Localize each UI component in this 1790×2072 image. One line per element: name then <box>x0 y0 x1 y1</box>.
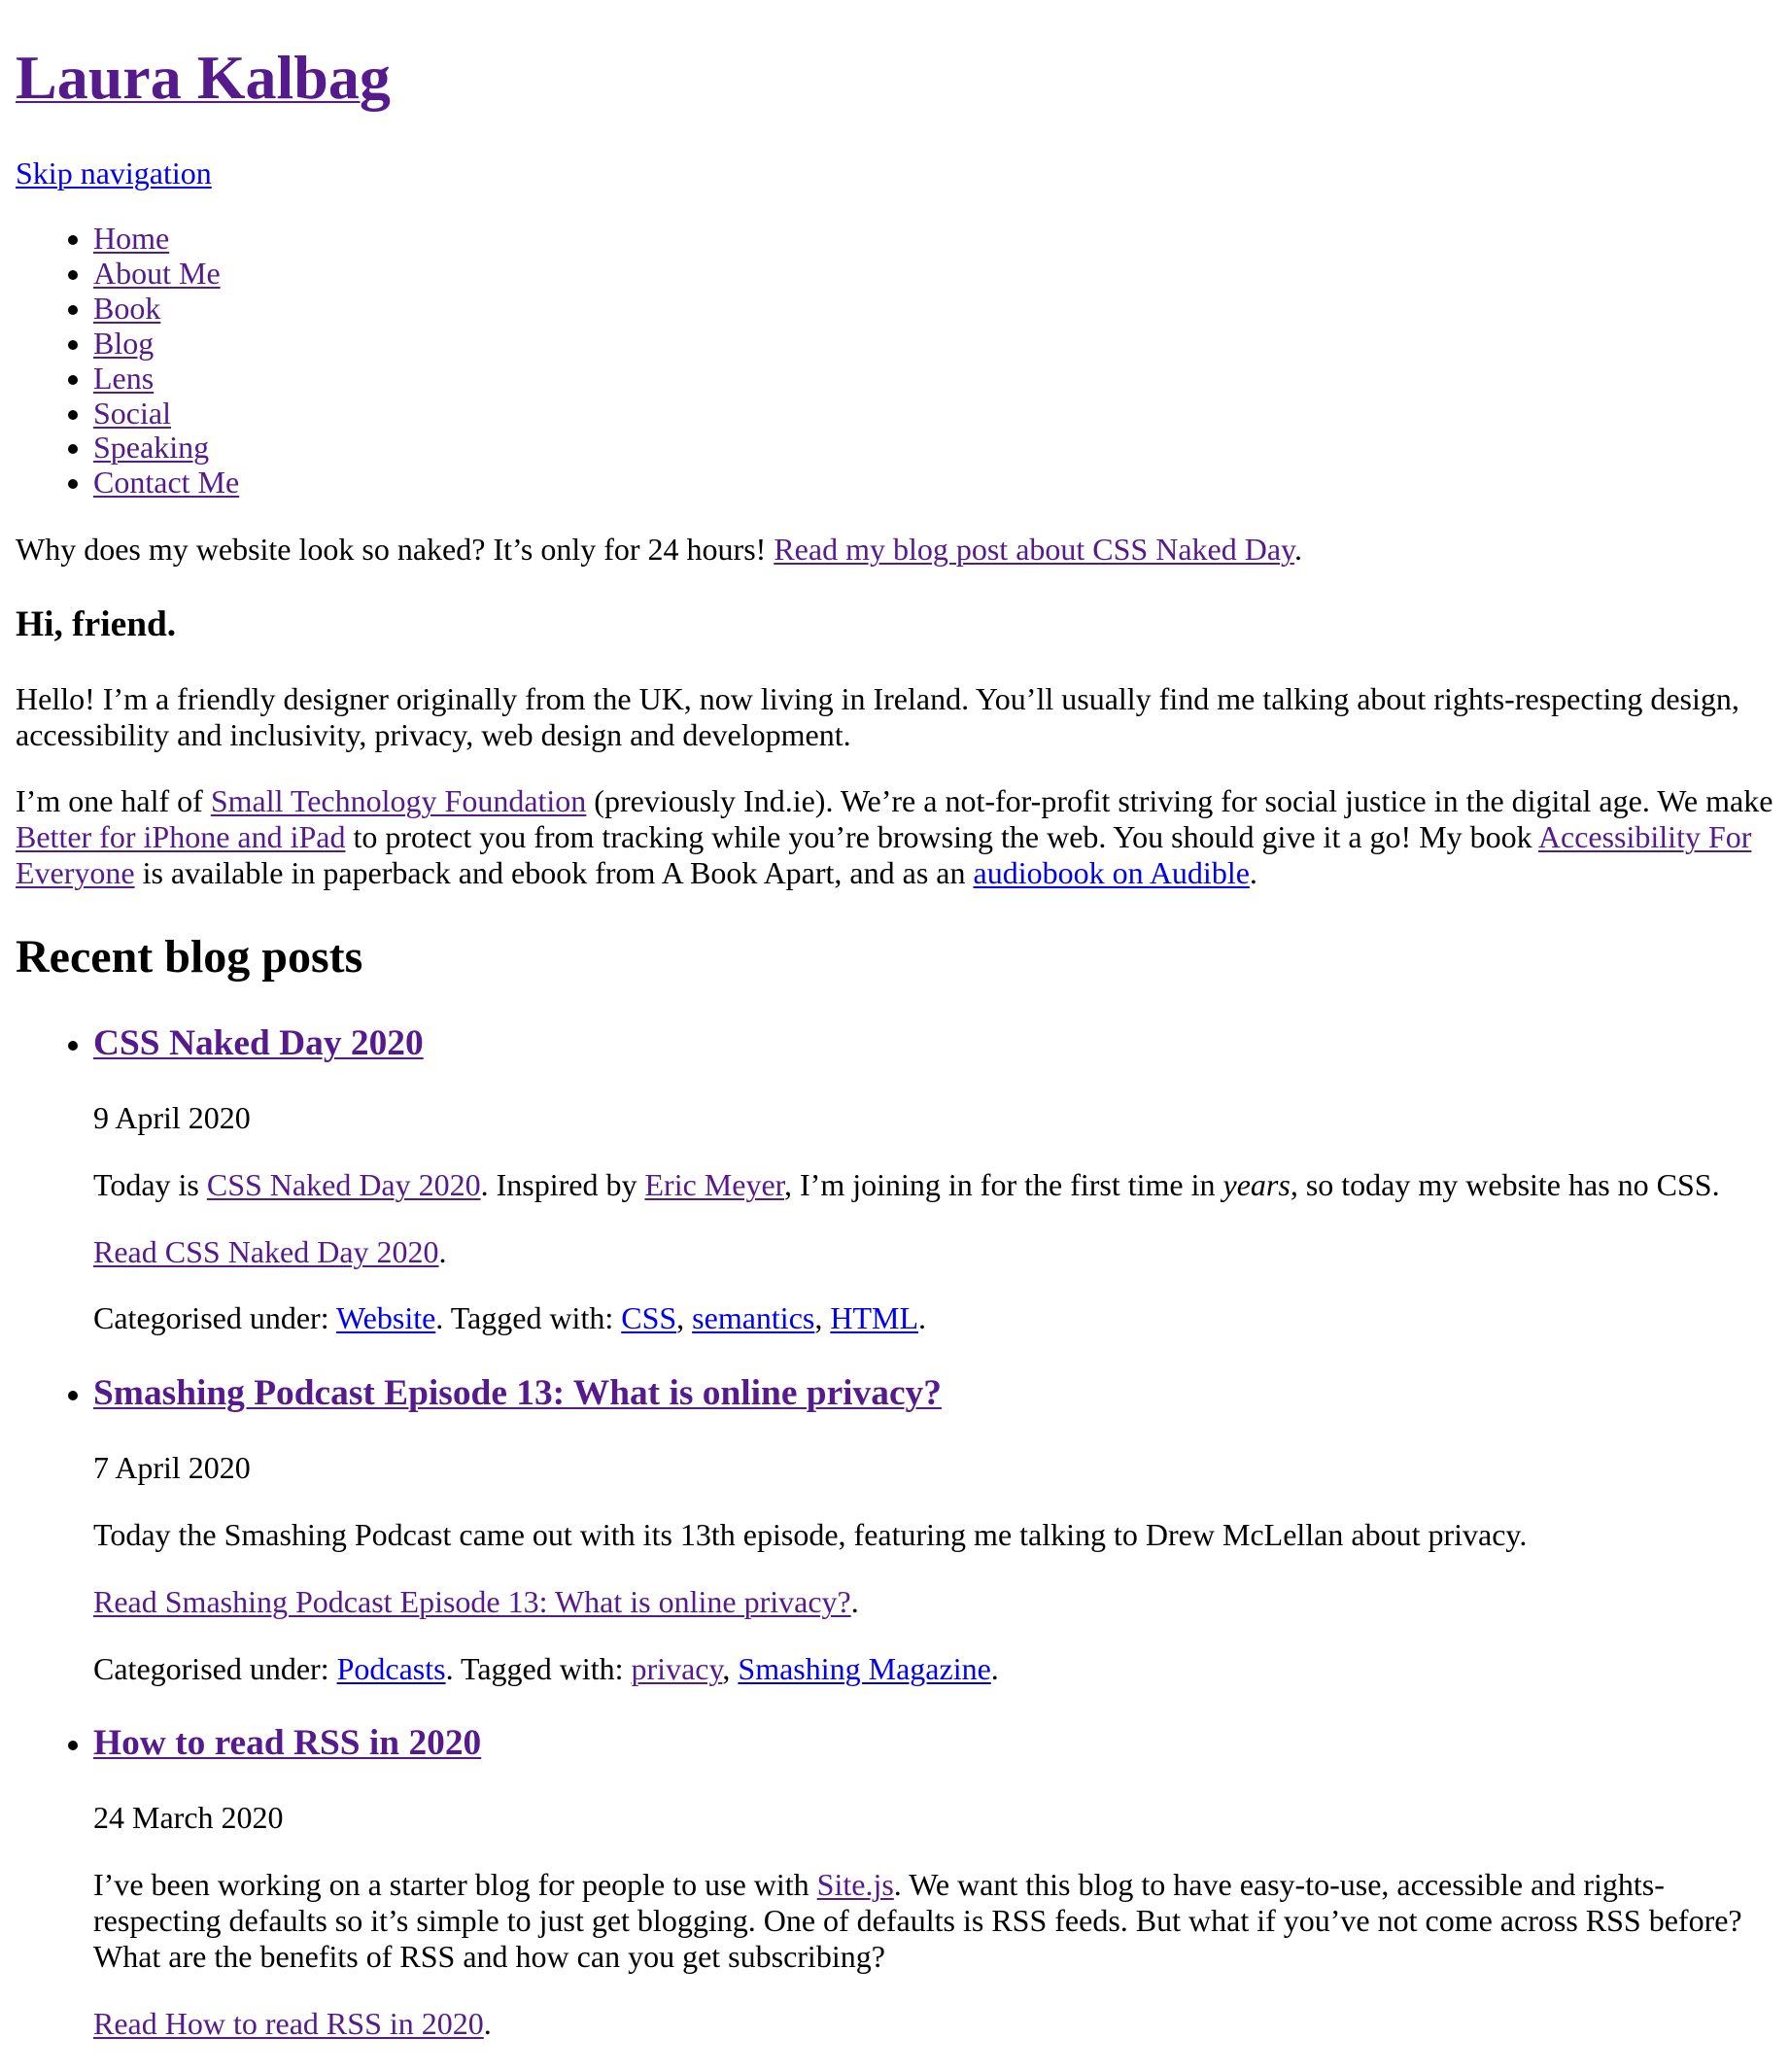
nav-link-contact-me[interactable]: Contact Me <box>93 465 239 500</box>
page: Laura Kalbag Skip navigation Home About … <box>0 0 1790 2041</box>
nav-list: Home About Me Book Blog Lens Social Spea… <box>16 221 1774 501</box>
better-app-link[interactable]: Better for iPhone and iPad <box>16 819 345 854</box>
categorised-label: Categorised under: <box>93 1650 337 1686</box>
punctuation: , <box>676 1300 693 1336</box>
posts-list: CSS Naked Day 2020 9 April 2020 Today is… <box>16 1022 1774 2041</box>
post-read-more: Read CSS Naked Day 2020. <box>93 1234 1774 1270</box>
naked-day-notice-text: Why does my website look so naked? It’s … <box>16 532 775 568</box>
post-meta: Categorised under: Podcasts. Tagged with… <box>93 1651 1774 1687</box>
punctuation: . <box>850 1583 859 1619</box>
tag-link[interactable]: semantics <box>692 1300 814 1335</box>
css-naked-day-link[interactable]: CSS Naked Day 2020 <box>207 1167 481 1202</box>
read-more-link[interactable]: Read How to read RSS in 2020 <box>93 2006 484 2041</box>
punctuation: , <box>722 1650 739 1686</box>
site-title-heading: Laura Kalbag <box>16 0 1774 114</box>
sitejs-link[interactable]: Site.js <box>817 1867 894 1902</box>
intro-heading: Hi, friend. <box>16 604 177 644</box>
nav-link-speaking[interactable]: Speaking <box>93 430 209 465</box>
naked-day-notice: Why does my website look so naked? It’s … <box>16 532 1774 568</box>
nav-link-social[interactable]: Social <box>93 396 171 431</box>
post-excerpt: Today the Smashing Podcast came out with… <box>93 1517 1528 1553</box>
post-title-link[interactable]: Smashing Podcast Episode 13: What is onl… <box>93 1373 942 1413</box>
eric-meyer-link[interactable]: Eric Meyer <box>644 1167 784 1202</box>
nav-link-about-me[interactable]: About Me <box>93 256 221 291</box>
punctuation: . <box>918 1300 926 1336</box>
naked-day-blog-link[interactable]: Read my blog post about CSS Naked Day <box>774 532 1294 567</box>
site-title-link[interactable]: Laura Kalbag <box>16 43 391 112</box>
intro-text: to protect you from tracking while you’r… <box>345 819 1538 855</box>
category-link[interactable]: Podcasts <box>337 1651 446 1686</box>
nav-item-book: Book <box>93 291 1774 327</box>
skip-navigation-link[interactable]: Skip navigation <box>16 155 212 190</box>
tag-link[interactable]: Smashing Magazine <box>738 1651 990 1686</box>
nav-item-blog: Blog <box>93 326 1774 362</box>
main-nav: Home About Me Book Blog Lens Social Spea… <box>16 221 1774 501</box>
intro-text: I’m one half of <box>16 783 211 819</box>
nav-item-about-me: About Me <box>93 256 1774 292</box>
excerpt-text: . Inspired by <box>480 1166 645 1202</box>
post-date: 24 March 2020 <box>93 1800 284 1836</box>
excerpt-text: Today is <box>93 1166 207 1202</box>
tagged-label: . Tagged with: <box>435 1300 622 1336</box>
punctuation: . <box>1293 532 1302 568</box>
excerpt-text: , so today my website has no CSS. <box>1290 1166 1720 1202</box>
post-excerpt: Today is CSS Naked Day 2020. Inspired by… <box>93 1167 1774 1203</box>
post-read-more: Read How to read RSS in 2020. <box>93 2006 1774 2042</box>
category-link[interactable]: Website <box>336 1300 435 1335</box>
tag-link[interactable]: privacy <box>632 1651 723 1686</box>
recent-posts-heading: Recent blog posts <box>16 930 363 983</box>
intro-paragraph-2: I’m one half of Small Technology Foundat… <box>16 783 1774 890</box>
emphasis: years <box>1222 1166 1291 1202</box>
small-technology-foundation-link[interactable]: Small Technology Foundation <box>211 783 586 818</box>
punctuation: . <box>990 1650 999 1686</box>
audiobook-link[interactable]: audiobook on Audible <box>973 855 1249 890</box>
main-content: Hi, friend. Hello! I’m a friendly design… <box>16 604 1774 2042</box>
post-title-link[interactable]: CSS Naked Day 2020 <box>93 1023 424 1063</box>
nav-link-lens[interactable]: Lens <box>93 361 154 396</box>
punctuation: . <box>483 2005 492 2041</box>
excerpt-text: I’ve been working on a starter blog for … <box>93 1867 817 1903</box>
punctuation: . <box>438 1233 447 1269</box>
nav-item-speaking: Speaking <box>93 430 1774 466</box>
punctuation: . <box>1249 855 1257 891</box>
tag-link[interactable]: CSS <box>621 1300 676 1335</box>
post-meta: Categorised under: Website. Tagged with:… <box>93 1300 1774 1336</box>
read-more-link[interactable]: Read Smashing Podcast Episode 13: What i… <box>93 1584 851 1619</box>
nav-item-contact-me: Contact Me <box>93 465 1774 501</box>
recent-posts-section: Recent blog posts CSS Naked Day 2020 9 A… <box>16 930 1774 2042</box>
nav-link-home[interactable]: Home <box>93 221 169 256</box>
post-item: How to read RSS in 2020 24 March 2020 I’… <box>93 1722 1774 2041</box>
intro-section: Hi, friend. Hello! I’m a friendly design… <box>16 604 1774 891</box>
site-header: Laura Kalbag Skip navigation Home About … <box>16 0 1774 501</box>
nav-item-lens: Lens <box>93 361 1774 397</box>
intro-text: is available in paperback and ebook from… <box>134 855 974 891</box>
nav-link-blog[interactable]: Blog <box>93 326 154 361</box>
post-item: CSS Naked Day 2020 9 April 2020 Today is… <box>93 1022 1774 1336</box>
tag-link[interactable]: HTML <box>830 1300 918 1335</box>
read-more-link[interactable]: Read CSS Naked Day 2020 <box>93 1234 439 1269</box>
nav-link-book[interactable]: Book <box>93 291 160 326</box>
categorised-label: Categorised under: <box>93 1300 337 1336</box>
excerpt-text: , I’m joining in for the first time in <box>784 1166 1223 1202</box>
nav-item-home: Home <box>93 221 1774 257</box>
post-date: 7 April 2020 <box>93 1450 251 1486</box>
post-item: Smashing Podcast Episode 13: What is onl… <box>93 1372 1774 1686</box>
intro-paragraph-1: Hello! I’m a friendly designer originall… <box>16 680 1739 752</box>
post-title-link[interactable]: How to read RSS in 2020 <box>93 1723 481 1763</box>
tagged-label: . Tagged with: <box>445 1650 632 1686</box>
punctuation: , <box>814 1300 831 1336</box>
post-date: 9 April 2020 <box>93 1100 251 1136</box>
post-excerpt: I’ve been working on a starter blog for … <box>93 1867 1774 1974</box>
post-read-more: Read Smashing Podcast Episode 13: What i… <box>93 1584 1774 1620</box>
intro-text: (previously Ind.ie). We’re a not-for-pro… <box>586 783 1773 819</box>
nav-item-social: Social <box>93 396 1774 432</box>
